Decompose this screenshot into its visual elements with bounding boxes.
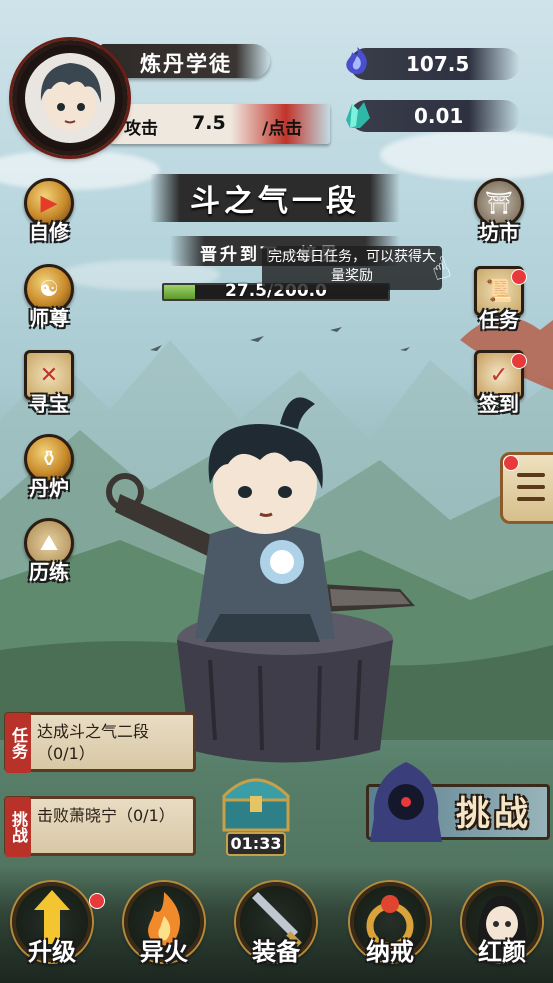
attack-unit: /点击: [262, 119, 303, 139]
avatar-portrait: [25, 53, 115, 143]
quest-text: 击败萧晓宁（0/1）: [37, 806, 175, 825]
side-item-tasks[interactable]: 📜 任务: [466, 266, 532, 338]
player-avatar[interactable]: [12, 40, 128, 156]
side-item-label: 寻宝: [29, 392, 69, 416]
side-item-market[interactable]: ⛩ 坊市: [466, 178, 532, 250]
tasks-badge: [512, 270, 526, 284]
crystal-value: 0.01: [414, 104, 464, 128]
crystal-icon: [346, 102, 370, 128]
side-item-label: 师尊: [29, 306, 69, 330]
side-item-label: 任务: [479, 308, 519, 332]
side-item-master[interactable]: ☯ 师尊: [16, 264, 82, 336]
quest-panel-challenge[interactable]: 挑战 击败萧晓宁（0/1）: [4, 796, 196, 857]
side-item-checkin[interactable]: ✓ 签到: [466, 350, 532, 422]
upgrade-badge: [90, 894, 104, 908]
menu-icon-line: [517, 473, 545, 477]
challenge-label: 挑战: [456, 794, 532, 834]
hooded-enemy-icon: [370, 762, 442, 842]
side-item-self-cultivate[interactable]: ▶ 自修: [16, 178, 82, 250]
side-item-label: 坊市: [479, 220, 519, 244]
daily-task-tooltip: 完成每日任务，可以获得大量奖励: [262, 246, 442, 290]
side-item-label: 历练: [29, 560, 69, 584]
spirit-value: 107.5: [406, 52, 470, 76]
menu-icon-line: [517, 497, 545, 501]
side-item-label: 签到: [479, 392, 519, 416]
quest-tag: 挑战: [5, 797, 31, 857]
quest-tag: 任务: [5, 713, 31, 773]
menu-icon-line: [517, 485, 545, 489]
nav-upgrade[interactable]: 升级: [4, 876, 104, 980]
attack-label: 攻击: [124, 119, 158, 139]
quest-text: 达成斗之气二段（0/1）: [37, 722, 150, 763]
menu-badge: [504, 456, 518, 470]
treasure-chest-icon[interactable]: [218, 770, 294, 834]
checkin-badge: [512, 354, 526, 368]
nav-label: 红颜: [478, 937, 526, 966]
quest-panel-main[interactable]: 任务 达成斗之气二段（0/1）: [4, 712, 196, 773]
nav-label: 纳戒: [366, 937, 414, 966]
nav-beauty[interactable]: 红颜: [454, 876, 550, 980]
nav-strange-fire[interactable]: 异火: [116, 876, 212, 980]
spirit-flame-icon: [346, 47, 367, 75]
side-item-label: 丹炉: [29, 476, 69, 500]
player-character[interactable]: [100, 384, 430, 654]
side-item-training[interactable]: ⛰ 历练: [16, 518, 82, 590]
side-item-cauldron[interactable]: ⚱ 丹炉: [16, 434, 82, 506]
chest-timer: 01:33: [226, 832, 286, 856]
nav-label: 异火: [140, 937, 188, 966]
attack-value: 7.5: [192, 112, 226, 134]
side-item-label: 自修: [29, 220, 69, 244]
nav-storage-ring[interactable]: 纳戒: [342, 876, 438, 980]
nav-label: 升级: [28, 937, 76, 966]
player-name: 炼丹学徒: [140, 51, 232, 76]
tooltip-text: 完成每日任务，可以获得大量奖励: [268, 249, 436, 284]
realm-title: 斗之气一段: [190, 184, 360, 219]
nav-label: 装备: [252, 937, 300, 966]
side-item-treasure-hunt[interactable]: ✕ 寻宝: [16, 350, 82, 422]
nav-equipment[interactable]: 装备: [228, 876, 324, 980]
